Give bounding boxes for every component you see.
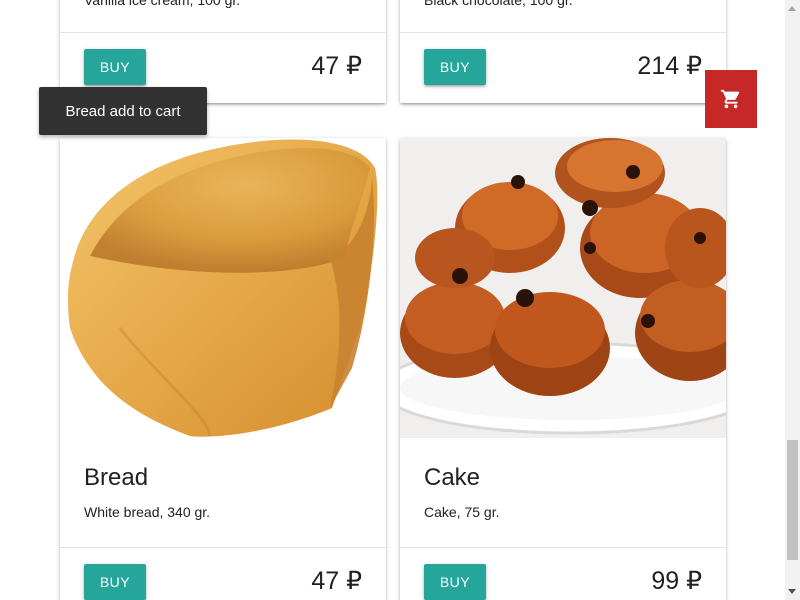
product-card-black-chocolate: Black chocolate, 100 gr. BUY 214 ₽ xyxy=(400,0,726,103)
product-description: Black chocolate, 100 gr. xyxy=(424,0,573,8)
card-divider xyxy=(400,32,726,33)
product-description: Cake, 75 gr. xyxy=(424,504,500,520)
scroll-down-arrow-icon[interactable] xyxy=(788,589,796,594)
product-title: Cake xyxy=(424,464,481,491)
card-divider xyxy=(60,32,386,33)
product-price: 47 ₽ xyxy=(311,52,362,80)
product-catalog-page: Vanilla ice cream, 100 gr. BUY 47 ₽ Blac… xyxy=(0,0,800,600)
buy-button[interactable]: BUY xyxy=(424,564,486,600)
cart-button[interactable] xyxy=(705,70,757,128)
product-price: 214 ₽ xyxy=(637,52,702,80)
scrollbar-thumb[interactable] xyxy=(787,440,798,560)
shopping-cart-icon xyxy=(720,89,740,109)
product-price: 99 ₽ xyxy=(651,567,702,595)
product-description: Vanilla ice cream, 100 gr. xyxy=(84,0,241,8)
product-description: White bread, 340 gr. xyxy=(84,504,211,520)
card-divider xyxy=(400,547,726,548)
scroll-up-arrow-icon[interactable] xyxy=(788,6,796,11)
product-card-bread: Bread White bread, 340 gr. BUY 47 ₽ xyxy=(60,138,386,600)
buy-button[interactable]: BUY xyxy=(424,49,486,85)
muffins-image xyxy=(400,138,726,438)
cart-toast: Bread add to cart xyxy=(39,87,207,135)
buy-button[interactable]: BUY xyxy=(84,564,146,600)
vertical-scrollbar[interactable] xyxy=(785,0,800,600)
product-title: Bread xyxy=(84,464,149,491)
card-divider xyxy=(60,547,386,548)
product-card-cake: Cake Cake, 75 gr. BUY 99 ₽ xyxy=(400,138,726,600)
buy-button[interactable]: BUY xyxy=(84,49,146,85)
product-price: 47 ₽ xyxy=(311,567,362,595)
bread-image xyxy=(60,138,386,438)
